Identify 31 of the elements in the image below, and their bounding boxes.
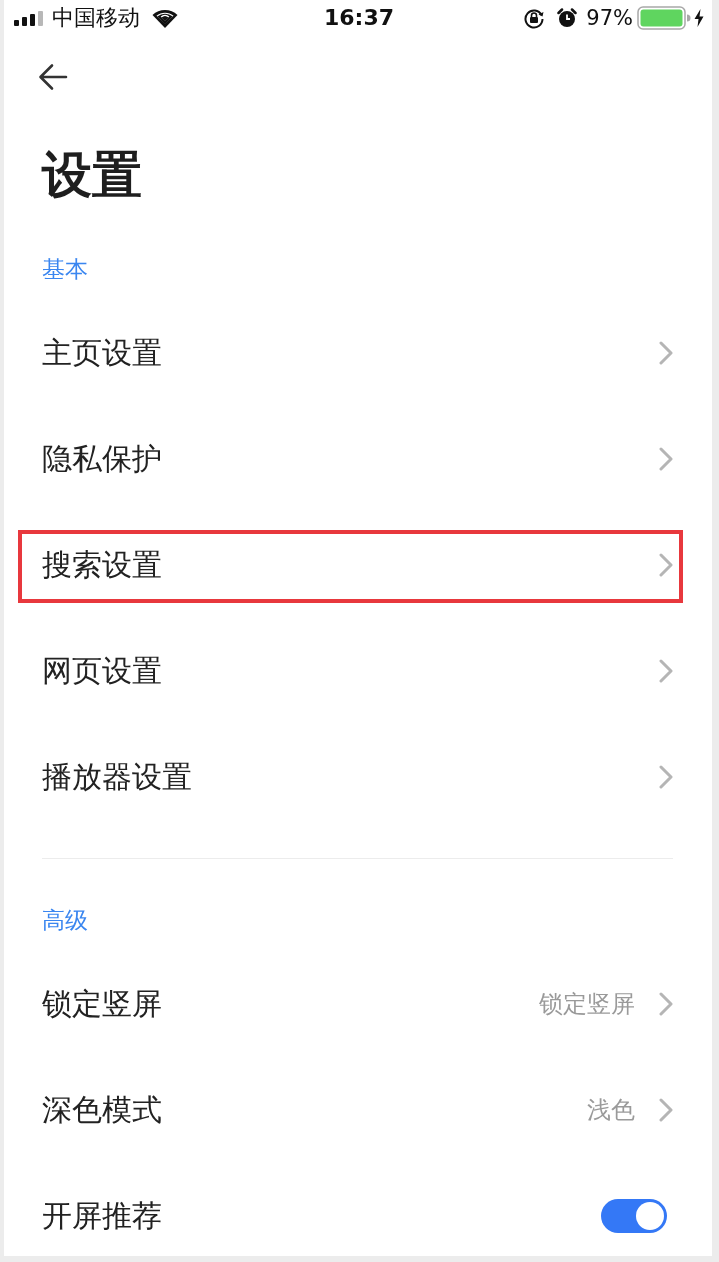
alarm-clock-icon xyxy=(557,8,578,28)
charging-bolt-icon xyxy=(694,9,704,27)
chevron-right-icon xyxy=(659,992,673,1016)
setting-label[interactable]: 隐私保护 xyxy=(42,439,162,479)
setting-label[interactable]: 播放器设置 xyxy=(42,757,192,797)
section-header: 基本 xyxy=(42,255,88,283)
chevron-right-icon xyxy=(659,765,673,789)
section-header: 高级 xyxy=(42,906,88,934)
carrier-name: 中国移动 xyxy=(52,5,140,31)
page-title: 设置 xyxy=(42,145,142,205)
signal-bars-icon xyxy=(14,10,44,26)
setting-value: 锁定竖屏 xyxy=(539,989,635,1020)
chevron-right-icon xyxy=(659,341,673,365)
chevron-right-icon xyxy=(659,447,673,471)
setting-label[interactable]: 网页设置 xyxy=(42,651,162,691)
setting-label[interactable]: 深色模式 xyxy=(42,1090,162,1130)
wifi-icon xyxy=(152,8,178,28)
rotation-lock-icon xyxy=(523,7,546,29)
toggle-switch[interactable] xyxy=(601,1199,667,1233)
clock-time: 16:37 xyxy=(324,5,394,31)
setting-label[interactable]: 主页设置 xyxy=(42,333,162,373)
back-arrow-icon[interactable] xyxy=(38,62,68,92)
chevron-right-icon xyxy=(659,659,673,683)
setting-value: 浅色 xyxy=(587,1095,635,1126)
chevron-right-icon xyxy=(659,553,673,577)
setting-label[interactable]: 开屏推荐 xyxy=(42,1196,162,1236)
chevron-right-icon xyxy=(659,1098,673,1122)
setting-label[interactable]: 锁定竖屏 xyxy=(42,984,162,1024)
battery-icon xyxy=(637,6,691,30)
battery-percentage: 97% xyxy=(586,5,633,31)
setting-label[interactable]: 搜索设置 xyxy=(42,545,162,585)
